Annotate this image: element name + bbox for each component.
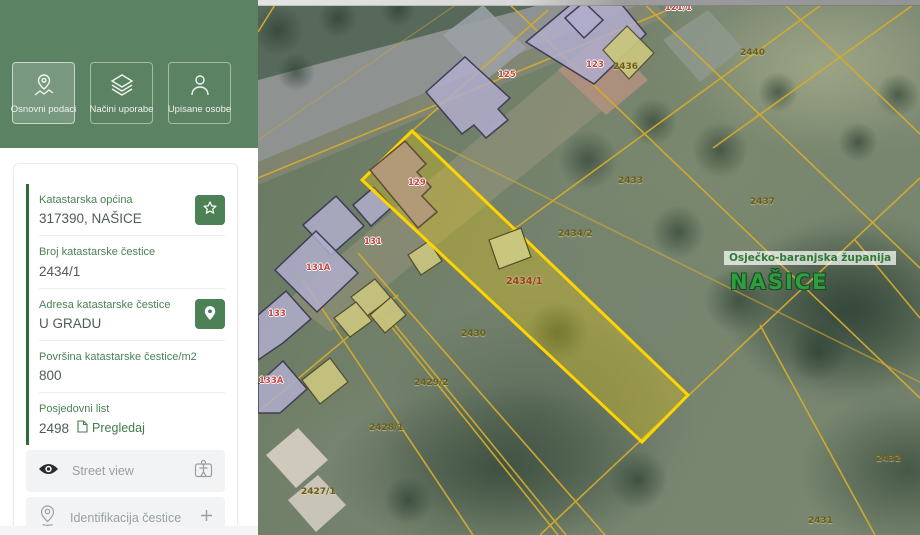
field-value: 317390, NAŠICE <box>39 211 142 227</box>
map-overlay <box>258 0 920 535</box>
tab-osnovni-podaci[interactable]: Osnovni podaci <box>10 62 77 124</box>
field-label: Posjedovni list <box>39 403 110 416</box>
sidebar-header: Osnovni podaci Načini uporabe Upisane os… <box>0 0 258 148</box>
eye-icon <box>38 462 59 481</box>
field-label: Broj katastarske čestice <box>39 246 156 259</box>
field-povrsina: Površina katastarske čestice/m2 800 <box>39 341 225 394</box>
field-broj-cestice: Broj katastarske čestice 2434/1 <box>39 236 225 289</box>
field-value: 2498 <box>39 420 70 436</box>
identifikacija-label: Identifikacija čestice <box>70 511 182 526</box>
tab-label: Osnovni podaci <box>10 103 77 115</box>
cadastral-map[interactable]: 121/1 125 123 2436 2440 129 2433 2437 2434/2 131 1… <box>258 0 920 535</box>
street-view-label: Street view <box>72 464 134 479</box>
tool-buttons: Osnovni podaci Načini uporabe Upisane os… <box>0 0 258 124</box>
parcel-fields: Katastarska općina 317390, NAŠICE Broj k <box>26 184 225 446</box>
cadastre-viewer: Osnovni podaci Načini uporabe Upisane os… <box>0 0 920 535</box>
field-label: Katastarska općina <box>39 194 133 206</box>
tab-nacini-uporabe[interactable]: Načini uporabe <box>90 62 153 124</box>
parcel-info-card: Katastarska općina 317390, NAŠICE Broj k <box>13 163 238 535</box>
field-adresa: Adresa katastarske čestice U GRADU <box>39 289 225 341</box>
favorite-button[interactable] <box>195 194 225 225</box>
field-value: U GRADU <box>39 315 102 331</box>
field-katastarska-opcina: Katastarska općina 317390, NAŠICE <box>39 184 225 237</box>
field-posjedovni-list: Posjedovni list 2498 Pregledaj <box>39 393 225 445</box>
pegman-icon <box>194 459 213 483</box>
pregledaj-link[interactable]: Pregledaj <box>77 420 145 436</box>
plus-icon <box>200 509 213 527</box>
sidebar-bottom-strip <box>0 526 258 535</box>
tab-upisane-osobe[interactable]: Upisane osobe <box>168 62 231 124</box>
map-top-scrollbar[interactable] <box>258 0 920 6</box>
pregledaj-link-label: Pregledaj <box>92 421 145 436</box>
document-icon <box>77 420 88 436</box>
layers-icon <box>109 72 135 98</box>
tab-label: Upisane osobe <box>167 103 232 115</box>
field-label: Površina katastarske čestice/m2 <box>39 350 197 363</box>
star-icon <box>202 200 218 219</box>
person-pin-map-icon <box>31 72 57 98</box>
field-value: 800 <box>39 368 62 384</box>
locate-address-button[interactable] <box>195 299 225 330</box>
person-icon <box>187 72 213 98</box>
location-pin-icon <box>203 305 217 324</box>
field-label: Adresa katastarske čestice <box>39 298 171 311</box>
field-value: 2434/1 <box>39 263 81 279</box>
tab-label: Načini uporabe <box>89 103 154 115</box>
sidebar: Osnovni podaci Načini uporabe Upisane os… <box>0 0 258 535</box>
street-view-row[interactable]: Street view <box>26 450 225 493</box>
